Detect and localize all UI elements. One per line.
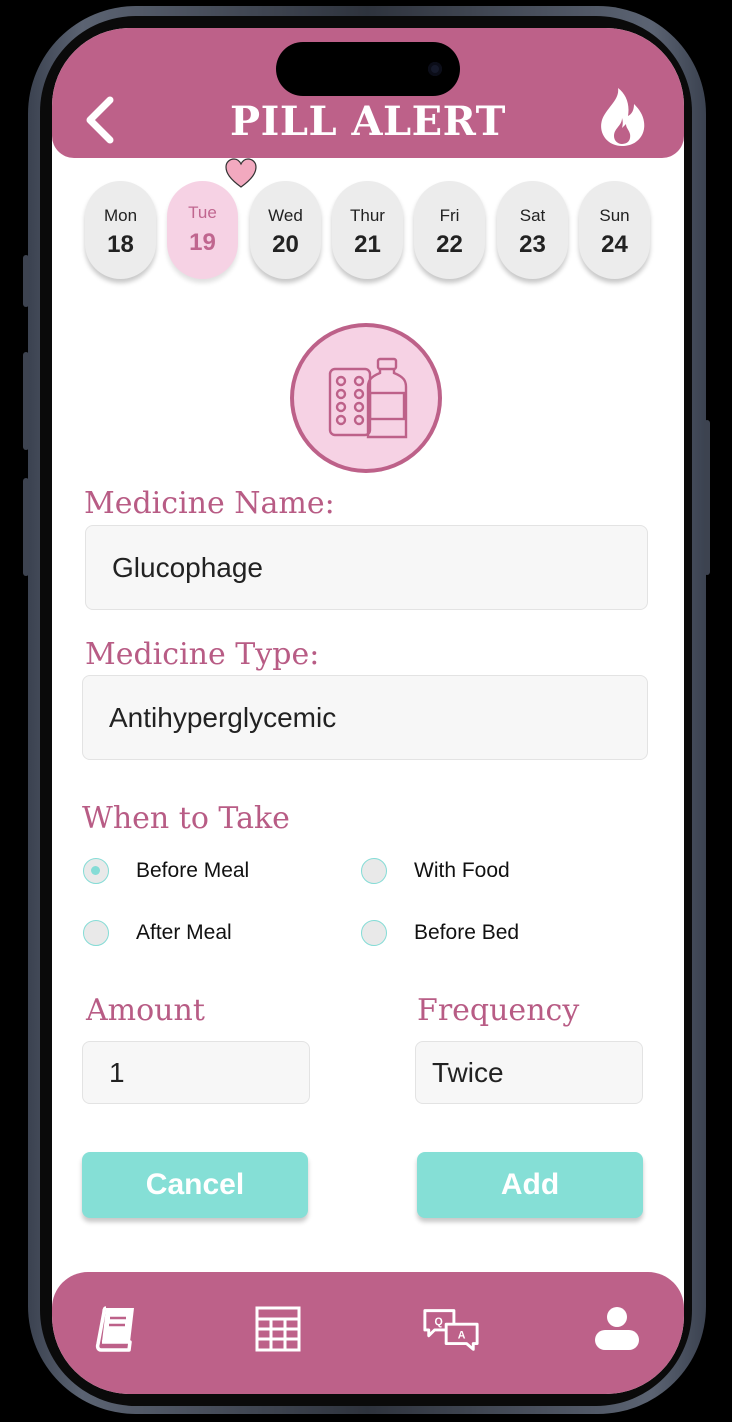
- radio-label: After Meal: [136, 921, 232, 944]
- radio-label: With Food: [414, 859, 510, 882]
- medicine-type-label: Medicine Type:: [85, 637, 320, 672]
- day-date: 21: [354, 231, 381, 258]
- radio-after-meal[interactable]: After Meal: [83, 920, 232, 946]
- day-name: Wed: [268, 206, 303, 225]
- dynamic-island: [276, 42, 460, 96]
- frequency-label: Frequency: [417, 993, 580, 1028]
- day-date: 22: [436, 231, 463, 258]
- day-tue-selected[interactable]: Tue 19: [167, 181, 238, 279]
- day-date: 24: [601, 231, 628, 258]
- week-day-selector: Mon 18 Tue 19 Wed 20 Thur 21 Fri 22 Sat …: [85, 181, 655, 281]
- radio-with-food[interactable]: With Food: [361, 858, 510, 884]
- radio-selected-indicator: [83, 858, 109, 884]
- qa-chat-icon[interactable]: Q A: [421, 1302, 481, 1356]
- day-sun[interactable]: Sun 24: [579, 181, 650, 279]
- radio-indicator: [361, 920, 387, 946]
- day-sat[interactable]: Sat 23: [497, 181, 568, 279]
- day-date: 19: [189, 229, 216, 256]
- radio-label: Before Meal: [136, 859, 250, 882]
- day-name: Sun: [599, 206, 630, 225]
- medicine-type-input[interactable]: Antihyperglycemic: [82, 675, 648, 760]
- flame-icon[interactable]: [598, 86, 646, 148]
- book-icon[interactable]: [86, 1302, 146, 1356]
- day-date: 18: [107, 231, 134, 258]
- day-date: 23: [519, 231, 546, 258]
- svg-text:A: A: [458, 1330, 466, 1342]
- user-profile-icon[interactable]: [587, 1302, 647, 1356]
- day-name: Mon: [103, 206, 138, 225]
- day-mon[interactable]: Mon 18: [85, 181, 156, 279]
- medicine-name-label: Medicine Name:: [84, 486, 335, 521]
- medicine-name-input[interactable]: Glucophage: [85, 525, 648, 610]
- page-title: PILL ALERT: [230, 98, 506, 145]
- day-thur[interactable]: Thur 21: [332, 181, 403, 279]
- day-name: Tue: [188, 203, 217, 222]
- when-to-take-label: When to Take: [82, 801, 290, 836]
- day-wed[interactable]: Wed 20: [250, 181, 321, 279]
- radio-before-bed[interactable]: Before Bed: [361, 920, 519, 946]
- heart-icon: [224, 156, 258, 190]
- day-date: 20: [272, 231, 299, 258]
- app-screen: PILL ALERT Mon 18 Tue 19 Wed 20 Thur 21 …: [52, 28, 684, 1394]
- radio-indicator: [361, 858, 387, 884]
- frequency-input[interactable]: Twice: [415, 1041, 643, 1104]
- day-name: Sat: [519, 206, 546, 225]
- radio-before-meal[interactable]: Before Meal: [83, 858, 249, 884]
- amount-label: Amount: [86, 993, 205, 1028]
- radio-indicator: [83, 920, 109, 946]
- day-name: Thur: [350, 206, 385, 225]
- header-bar: PILL ALERT: [52, 28, 684, 158]
- day-name: Fri: [439, 206, 460, 225]
- radio-label: Before Bed: [414, 921, 520, 944]
- cancel-button[interactable]: Cancel: [82, 1152, 308, 1218]
- medicine-pills-icon: [290, 323, 442, 473]
- amount-input[interactable]: 1: [82, 1041, 310, 1104]
- bottom-navigation: Q A: [52, 1272, 684, 1394]
- add-button[interactable]: Add: [417, 1152, 643, 1218]
- svg-text:Q: Q: [435, 1316, 443, 1328]
- day-fri[interactable]: Fri 22: [414, 181, 485, 279]
- calendar-grid-icon[interactable]: [248, 1302, 308, 1356]
